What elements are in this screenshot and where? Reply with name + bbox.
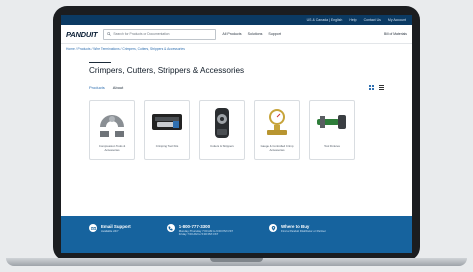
crimping-kit-image [152, 114, 182, 130]
category-label: Gauge & Controlled Crimp Accessories [260, 144, 294, 152]
search-icon [107, 32, 112, 36]
main-nav: All Products Solutions Support [222, 32, 281, 36]
laptop-screen: US & Canada | English Help Contact Us My… [61, 15, 412, 253]
category-card-cutters[interactable]: Cutters & Strippers [199, 100, 245, 160]
view-toggles [369, 85, 384, 90]
panduit-logo[interactable]: PANDUIT [66, 30, 98, 39]
nav-support[interactable]: Support [268, 32, 281, 36]
tab-about[interactable]: About [113, 85, 123, 90]
nav-all-products[interactable]: All Products [222, 32, 241, 36]
category-card-gauge[interactable]: Gauge & Controlled Crimp Accessories [254, 100, 300, 160]
email-icon [89, 224, 97, 232]
page-title: Crimpers, Cutters, Strippers & Accessori… [89, 66, 245, 75]
search-input[interactable]: Search for Products or Documentation [103, 28, 217, 40]
region-selector[interactable]: US & Canada | English [307, 18, 343, 22]
tabs-row: Products About [89, 85, 384, 90]
email-support-sub: Available 24/7 [101, 229, 119, 233]
my-account-link[interactable]: My Account [388, 18, 406, 22]
laptop-notch [210, 258, 263, 262]
help-link[interactable]: Help [349, 18, 356, 22]
phone-support[interactable]: 1-800-777-3300 Monday-Thursday 7:00 AM t… [166, 224, 234, 237]
utility-bar: US & Canada | English Help Contact Us My… [61, 15, 412, 25]
cutter-stripper-image [215, 108, 229, 138]
category-card-fixtures[interactable]: Tool Fixtures [309, 100, 355, 160]
search-placeholder: Search for Products or Documentation [113, 32, 170, 36]
category-card-kits[interactable]: Crimping Tool Kits [144, 100, 190, 160]
grid-view-icon[interactable] [369, 85, 374, 90]
email-support[interactable]: Email Support Available 24/7 [89, 224, 131, 233]
category-label: Crimping Tool Kits [155, 144, 179, 148]
list-view-icon[interactable] [379, 85, 384, 90]
category-label: Cutters & Strippers [210, 144, 234, 148]
site-header: PANDUIT Search for Products or Documenta… [61, 25, 412, 44]
main-content: Crimpers, Cutters, Strippers & Accessori… [61, 62, 412, 160]
breadcrumb[interactable]: Home / Products / Wire Terminations / Cr… [61, 44, 412, 54]
phone-hours: Monday-Thursday 7:00 AM to 6:00 PM CST F… [178, 229, 234, 237]
contact-us-link[interactable]: Contact Us [364, 18, 381, 22]
gauge-image [267, 109, 287, 135]
nav-solutions[interactable]: Solutions [248, 32, 263, 36]
product-category-grid: Compression Tools & Accessories Crimping… [89, 100, 384, 160]
category-label: Tool Fixtures [324, 144, 340, 148]
compression-dies-image [100, 115, 124, 137]
tab-products[interactable]: Products [89, 85, 105, 90]
tool-fixture-image [317, 115, 346, 129]
where-to-buy[interactable]: Where to Buy Find a Panduit Distributor … [269, 224, 326, 233]
title-rule [89, 62, 111, 63]
category-label: Compression Tools & Accessories [98, 144, 126, 152]
where-to-buy-sub: Find a Panduit Distributor or Partner [281, 229, 326, 233]
support-footer: Email Support Available 24/7 1-800-777-3… [61, 216, 412, 253]
phone-icon [166, 224, 175, 232]
category-card-compression[interactable]: Compression Tools & Accessories [89, 100, 135, 160]
location-pin-icon [269, 224, 278, 232]
bill-of-materials-link[interactable]: Bill of Materials [384, 32, 407, 36]
